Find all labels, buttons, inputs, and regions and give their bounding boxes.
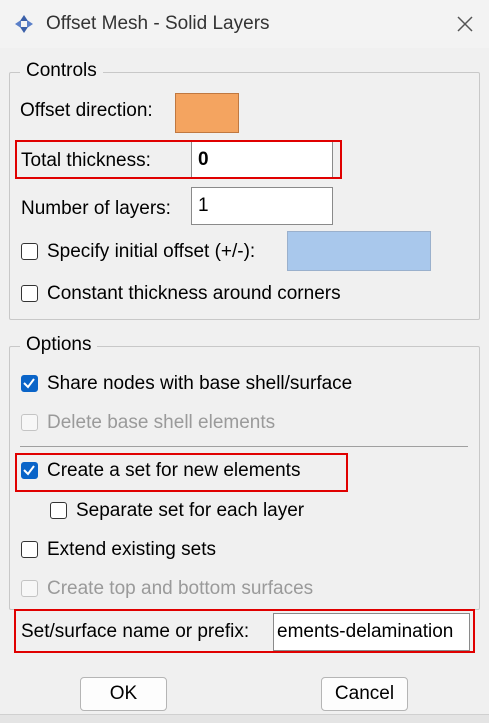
create-surfaces-checkbox: [21, 580, 38, 597]
close-icon: [457, 16, 473, 32]
share-nodes-label[interactable]: Share nodes with base shell/surface: [47, 373, 352, 395]
ok-button[interactable]: OK: [80, 677, 167, 711]
abaqus-logo-icon: [14, 14, 34, 34]
controls-legend: Controls: [20, 60, 103, 82]
extend-sets-checkbox[interactable]: [21, 541, 38, 558]
create-set-label[interactable]: Create a set for new elements: [47, 460, 300, 482]
number-of-layers-field[interactable]: 1: [191, 187, 333, 225]
constant-thickness-checkbox[interactable]: [21, 285, 38, 302]
set-name-label: Set/surface name or prefix:: [21, 621, 250, 642]
specify-offset-checkbox[interactable]: [21, 243, 38, 260]
number-of-layers-label: Number of layers:: [21, 198, 171, 219]
delete-base-label: Delete base shell elements: [47, 412, 276, 433]
initial-offset-field[interactable]: [287, 231, 431, 271]
options-separator: [20, 446, 468, 447]
offset-direction-button[interactable]: [175, 93, 239, 133]
separate-set-label[interactable]: Separate set for each layer: [76, 500, 304, 522]
specify-offset-label[interactable]: Specify initial offset (+/-):: [47, 241, 255, 263]
options-legend: Options: [20, 334, 98, 356]
total-thickness-label: Total thickness:: [21, 150, 151, 171]
create-set-checkbox[interactable]: [21, 462, 38, 479]
separate-set-checkbox[interactable]: [50, 502, 67, 519]
share-nodes-checkbox[interactable]: [21, 375, 38, 392]
total-thickness-field[interactable]: 0: [191, 141, 333, 179]
constant-thickness-label[interactable]: Constant thickness around corners: [47, 283, 341, 305]
window-title: Offset Mesh - Solid Layers: [46, 13, 270, 34]
delete-base-checkbox: [21, 414, 38, 431]
extend-sets-label[interactable]: Extend existing sets: [47, 539, 216, 561]
offset-direction-label: Offset direction:: [20, 100, 153, 121]
checkmark-icon: [23, 465, 35, 476]
set-name-field[interactable]: ements-delamination: [273, 613, 470, 651]
close-button[interactable]: [448, 8, 482, 40]
cancel-button[interactable]: Cancel: [321, 677, 408, 711]
create-surfaces-label: Create top and bottom surfaces: [47, 578, 314, 599]
checkmark-icon: [23, 378, 35, 389]
